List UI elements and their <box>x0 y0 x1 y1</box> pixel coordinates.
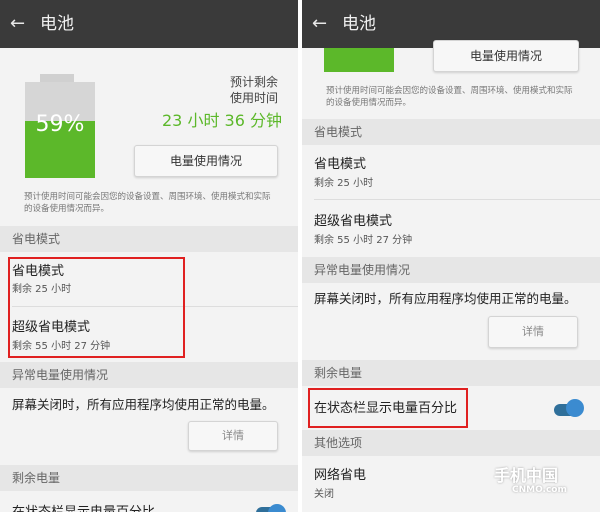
left-screen: ← 电池 59% 预计剩余 使用时间 23 小时 36 分钟 电量使用情况 预计… <box>0 0 298 512</box>
section-remaining-label: 剩余电量 <box>314 366 363 380</box>
estimate-note-line-2: 的设备使用情况而异。 <box>326 98 412 108</box>
estimate-note-line-2: 的设备使用情况而异。 <box>24 204 110 214</box>
battery-fill-partial <box>324 48 394 72</box>
remaining-time: 23 小时 36 分钟 <box>162 111 282 130</box>
divider <box>314 199 600 200</box>
page-title: 电池 <box>342 14 376 34</box>
section-remaining: 剩余电量 <box>302 360 600 386</box>
battery-percent: 59% <box>35 112 85 137</box>
toggle-knob <box>566 399 584 417</box>
super-power-mode-sub: 剩余 55 小时 27 分钟 <box>314 235 413 246</box>
section-abnormal-label: 异常电量使用情况 <box>314 263 411 277</box>
estimate-note-line-1: 预计使用时间可能会因您的设备设置、周围环境、使用模式和实际 <box>326 86 573 96</box>
network-saving-sub: 关闭 <box>314 489 334 500</box>
back-arrow-icon[interactable]: ← <box>312 14 332 34</box>
watermark-sub: CNMO.com <box>512 485 567 495</box>
section-power-saving: 省电模式 <box>0 226 298 252</box>
highlight-box <box>308 388 468 428</box>
section-power-saving-label: 省电模式 <box>314 125 363 139</box>
section-power-saving-label: 省电模式 <box>12 232 61 246</box>
section-abnormal: 异常电量使用情况 <box>302 257 600 283</box>
section-other: 其他选项 <box>302 430 600 456</box>
details-button[interactable]: 详情 <box>188 421 278 451</box>
abnormal-text: 屏幕关闭时，所有应用程序均使用正常的电量。 <box>314 291 577 306</box>
highlight-box <box>8 257 185 358</box>
section-remaining-label: 剩余电量 <box>12 471 61 485</box>
usage-button[interactable]: 电量使用情况 <box>433 40 579 72</box>
watermark-main: 手机中国 <box>494 466 559 485</box>
toggle-knob <box>268 504 286 512</box>
section-power-saving: 省电模式 <box>302 119 600 145</box>
usage-button[interactable]: 电量使用情况 <box>134 145 278 177</box>
show-percent-label-cut: 在状态栏显示电量百分比 <box>12 503 155 512</box>
back-arrow-icon[interactable]: ← <box>10 14 30 34</box>
network-saving-label: 网络省电 <box>314 468 367 483</box>
battery-icon: 59% <box>25 82 95 178</box>
details-button[interactable]: 详情 <box>488 316 578 348</box>
section-other-label: 其他选项 <box>314 436 363 450</box>
app-bar: ← 电池 <box>0 0 298 48</box>
section-abnormal-label: 异常电量使用情况 <box>12 368 109 382</box>
page-title: 电池 <box>40 14 74 34</box>
estimate-note-line-1: 预计使用时间可能会因您的设备设置、周围环境、使用模式和实际 <box>24 192 271 202</box>
section-remaining: 剩余电量 <box>0 465 298 491</box>
power-mode-label: 省电模式 <box>314 157 367 172</box>
right-screen: ← 电池 电量使用情况 预计使用时间可能会因您的设备设置、周围环境、使用模式和实… <box>302 0 600 512</box>
remaining-label-2: 使用时间 <box>230 91 279 105</box>
super-power-mode-label: 超级省电模式 <box>314 214 393 229</box>
abnormal-text: 屏幕关闭时，所有应用程序均使用正常的电量。 <box>12 397 275 412</box>
power-mode-sub: 剩余 25 小时 <box>314 178 374 189</box>
section-abnormal: 异常电量使用情况 <box>0 362 298 388</box>
battery-cap <box>40 74 74 82</box>
